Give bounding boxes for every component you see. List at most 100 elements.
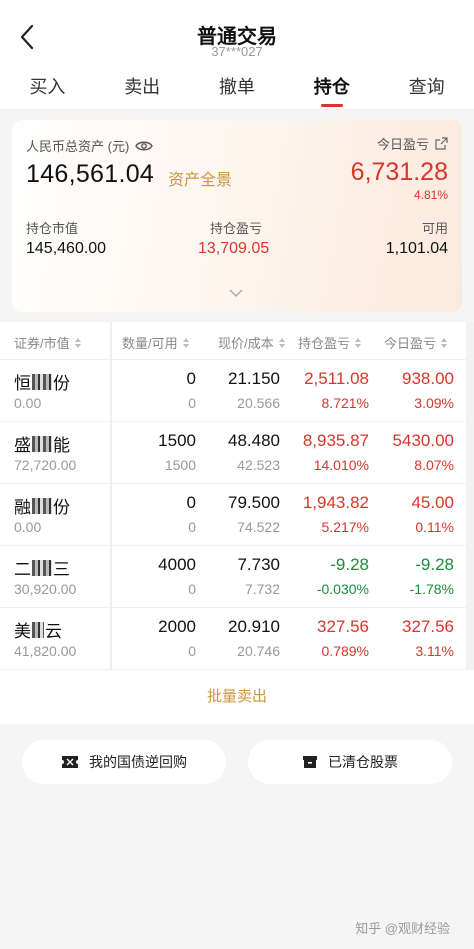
asset-summary-card: 人民币总资产 (元) 146,561.04 资产全景 今日盈亏 6,731.28… — [12, 120, 462, 312]
redacted-mark — [32, 559, 52, 576]
today-pl-percent: 4.81% — [413, 188, 448, 202]
stock-position-pl-percent: 5.217% — [321, 519, 369, 535]
stock-name: 恒份 — [14, 373, 70, 393]
stock-position-pl: 327.56 — [317, 617, 369, 636]
total-assets-label: 人民币总资产 (元) — [26, 139, 130, 154]
stock-quantity: 1500 — [158, 431, 196, 450]
stock-today-pl: 327.56 — [402, 617, 454, 636]
stock-quantity: 4000 — [158, 555, 196, 574]
stock-price: 48.480 — [228, 431, 280, 450]
external-link-icon — [435, 137, 448, 150]
header-quantity-label: 数量/可用 — [122, 336, 178, 351]
expand-button[interactable] — [229, 284, 243, 302]
archive-box-icon — [303, 756, 317, 768]
stock-position-pl: 8,935.87 — [302, 431, 369, 450]
stock-cost: 20.566 — [237, 395, 280, 411]
header-security[interactable]: 证券/市值 — [14, 333, 81, 352]
stock-available: 0 — [188, 643, 196, 659]
available-value: 1,101.04 — [385, 240, 448, 257]
stock-price: 7.730 — [237, 555, 280, 574]
asset-overview-link[interactable]: 资产全景 — [168, 166, 232, 190]
header-today-pl-label: 今日盈亏 — [384, 336, 437, 351]
stock-cost: 42.523 — [237, 457, 280, 473]
header-position-pl[interactable]: 持仓盈亏 — [298, 333, 362, 352]
stock-price: 79.500 — [228, 493, 280, 512]
stock-price: 20.910 — [228, 617, 280, 636]
stock-price: 21.150 — [228, 369, 280, 388]
holding-row[interactable]: 二三 30,920.00 4000 0 7.730 7.732 -9.28 -0… — [0, 546, 474, 608]
column-divider — [110, 322, 112, 670]
stock-market-value: 41,820.00 — [14, 643, 77, 659]
redacted-mark — [32, 497, 52, 514]
header-security-label: 证券/市值 — [14, 336, 70, 351]
stock-available: 0 — [188, 581, 196, 597]
tab-sell[interactable]: 卖出 — [95, 66, 190, 109]
header-position-pl-label: 持仓盈亏 — [298, 336, 351, 351]
eye-icon[interactable] — [135, 140, 154, 152]
stock-position-pl: -9.28 — [330, 555, 369, 574]
market-value-label: 持仓市值 — [26, 221, 79, 236]
today-pl-label: 今日盈亏 — [376, 137, 429, 152]
available-label: 可用 — [421, 221, 448, 236]
position-pl-label: 持仓盈亏 — [210, 221, 263, 236]
stock-market-value: 30,920.00 — [14, 581, 77, 597]
stock-market-value: 0.00 — [14, 395, 42, 411]
batch-sell-button[interactable]: 批量卖出 — [0, 670, 474, 724]
holding-row[interactable]: 恒份 0.00 0 0 21.150 20.566 2,511.08 8.721… — [0, 360, 474, 422]
sort-icon — [74, 337, 81, 349]
header-price[interactable]: 现价/成本 — [218, 333, 285, 352]
holding-row[interactable]: 美云 41,820.00 2000 0 20.910 20.746 327.56… — [0, 608, 474, 670]
stock-today-pl: 45.00 — [411, 493, 454, 512]
horizontal-scroll-hint — [466, 322, 474, 670]
stock-today-pl-percent: 0.11% — [415, 519, 454, 535]
stock-position-pl: 1,943.82 — [302, 493, 369, 512]
redacted-mark — [32, 373, 52, 390]
top-bar: 普通交易 37***027 — [0, 0, 474, 66]
stock-market-value: 72,720.00 — [14, 457, 77, 473]
reverse-repo-button[interactable]: 我的国债逆回购 — [22, 740, 226, 784]
chevron-down-icon — [229, 289, 243, 297]
total-assets-value: 146,561.04 — [26, 160, 155, 188]
holding-row[interactable]: 盛能 72,720.00 1500 1500 48.480 42.523 8,9… — [0, 422, 474, 484]
account-number: 37***027 — [211, 44, 263, 59]
tab-buy[interactable]: 买入 — [0, 66, 95, 109]
holding-row[interactable]: 融份 0.00 0 0 79.500 74.522 1,943.82 5.217… — [0, 484, 474, 546]
stock-name: 二三 — [14, 559, 70, 579]
reverse-repo-label: 我的国债逆回购 — [89, 754, 187, 770]
stock-cost: 74.522 — [237, 519, 280, 535]
market-value: 145,460.00 — [26, 240, 107, 257]
cleared-stocks-button[interactable]: 已清仓股票 — [248, 740, 452, 784]
stock-available: 1500 — [164, 457, 196, 473]
stock-today-pl-percent: 8.07% — [414, 457, 454, 473]
stock-market-value: 0.00 — [14, 519, 42, 535]
stock-name: 融份 — [14, 497, 70, 517]
tab-bar: 买入 卖出 撤单 持仓 查询 — [0, 66, 474, 110]
stock-position-pl-percent: 0.789% — [321, 643, 369, 659]
tab-holdings[interactable]: 持仓 — [284, 66, 379, 109]
stock-cost: 20.746 — [237, 643, 280, 659]
tab-query[interactable]: 查询 — [379, 66, 474, 109]
header-today-pl[interactable]: 今日盈亏 — [384, 333, 448, 352]
stock-today-pl: 5430.00 — [392, 431, 454, 450]
redacted-mark — [32, 435, 52, 452]
sort-icon — [182, 337, 189, 349]
stock-name: 盛能 — [14, 435, 70, 455]
sort-icon — [278, 337, 285, 349]
stock-available: 0 — [188, 519, 196, 535]
today-pl-value: 6,731.28 — [350, 158, 448, 186]
today-pl-label-group[interactable]: 今日盈亏 — [377, 134, 448, 153]
tab-cancel[interactable]: 撤单 — [190, 66, 285, 109]
redacted-mark — [32, 621, 44, 638]
position-pl-value: 13,709.05 — [198, 240, 270, 257]
stock-today-pl-percent: 3.11% — [415, 643, 454, 659]
cleared-stocks-label: 已清仓股票 — [328, 754, 398, 770]
stock-today-pl: 938.00 — [402, 369, 454, 388]
header-quantity[interactable]: 数量/可用 — [122, 333, 189, 352]
watermark: 知乎 @观财经验 — [355, 921, 450, 936]
stock-available: 0 — [188, 395, 196, 411]
stock-position-pl-percent: 8.721% — [321, 395, 369, 411]
total-assets-label-group: 人民币总资产 (元) — [26, 136, 154, 155]
stock-position-pl: 2,511.08 — [304, 369, 369, 388]
ticket-icon — [62, 756, 78, 768]
stock-today-pl: -9.28 — [415, 555, 454, 574]
